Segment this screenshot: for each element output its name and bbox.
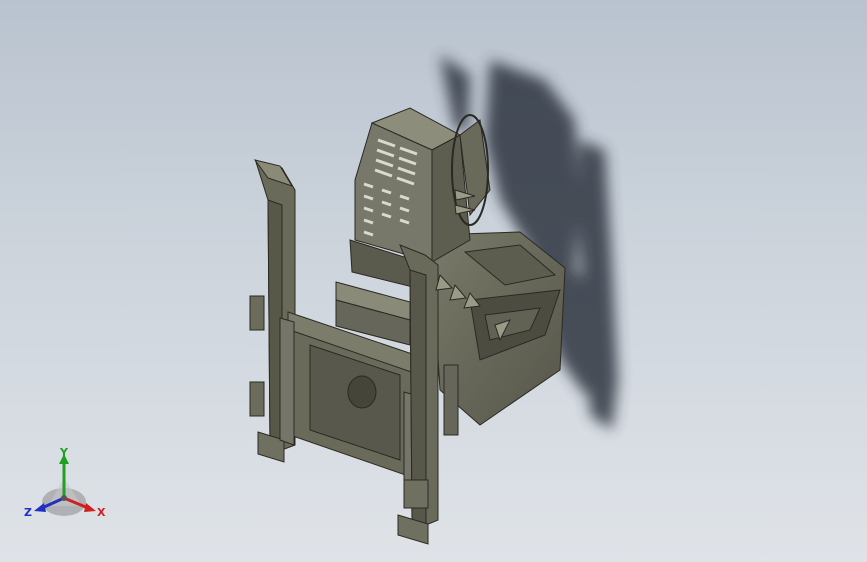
axis-triad[interactable]: Y X Z [20,446,110,528]
z-axis-arrow-icon [34,503,46,512]
x-axis-arrow-icon [84,503,96,512]
3d-model-view[interactable] [0,0,867,562]
triad-graphic: Y X Z [24,446,106,519]
motor-hood[interactable] [354,107,491,263]
x-axis-label: X [97,506,106,519]
z-axis-label: Z [24,506,32,519]
graphics-viewport[interactable]: Y X Z [0,0,867,562]
y-axis-label: Y [59,448,69,459]
